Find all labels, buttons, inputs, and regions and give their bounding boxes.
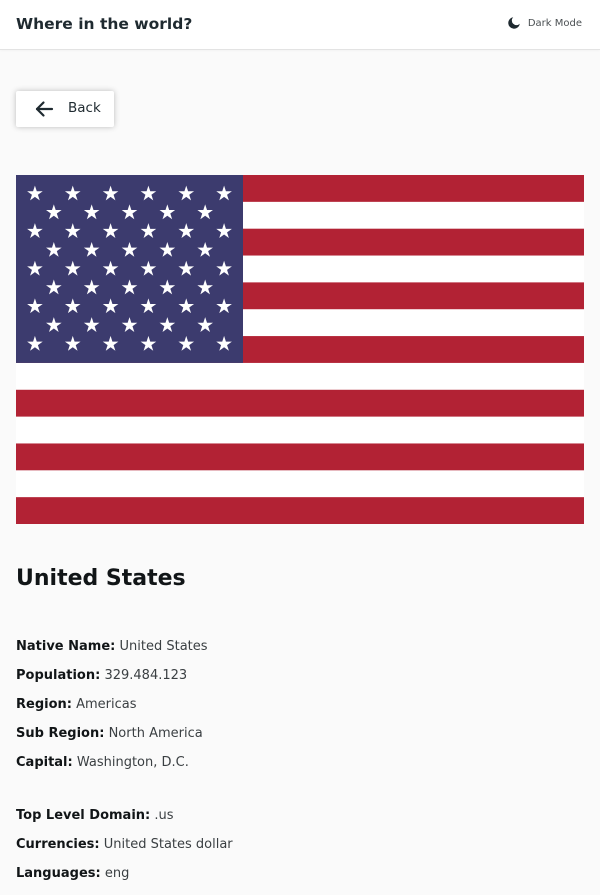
back-label: Back xyxy=(68,100,101,116)
detail-native-name: Native Name: United States xyxy=(16,639,208,654)
arrow-left-icon xyxy=(34,100,54,122)
flag-stripe xyxy=(16,389,584,418)
flag-stripe xyxy=(16,443,584,471)
detail-sub-region: Sub Region: North America xyxy=(16,726,203,741)
app-title: Where in the world? xyxy=(16,15,193,33)
dark-mode-toggle[interactable]: Dark Mode xyxy=(507,16,582,30)
app-header: Where in the world? Dark Mode xyxy=(0,0,600,50)
flag-stripe xyxy=(16,362,584,391)
flag-stripe xyxy=(16,470,584,498)
flag-canton xyxy=(16,175,243,363)
country-name: United States xyxy=(16,566,186,591)
details-primary: Native Name: United States Population: 3… xyxy=(16,638,208,783)
flag-stripe xyxy=(16,416,584,444)
details-secondary: Top Level Domain: .us Currencies: United… xyxy=(16,807,233,894)
country-flag xyxy=(16,175,584,524)
dark-mode-label: Dark Mode xyxy=(527,17,582,29)
detail-languages: Languages: eng xyxy=(16,866,130,881)
detail-capital: Capital: Washington, D.C. xyxy=(16,755,189,770)
back-button[interactable]: Back xyxy=(16,91,114,127)
moon-icon xyxy=(507,16,521,30)
detail-region: Region: Americas xyxy=(16,697,137,712)
detail-top-level-domain: Top Level Domain: .us xyxy=(16,808,174,823)
detail-currencies: Currencies: United States dollar xyxy=(16,837,233,852)
flag-stripe xyxy=(16,497,584,524)
detail-population: Population: 329.484.123 xyxy=(16,668,188,683)
